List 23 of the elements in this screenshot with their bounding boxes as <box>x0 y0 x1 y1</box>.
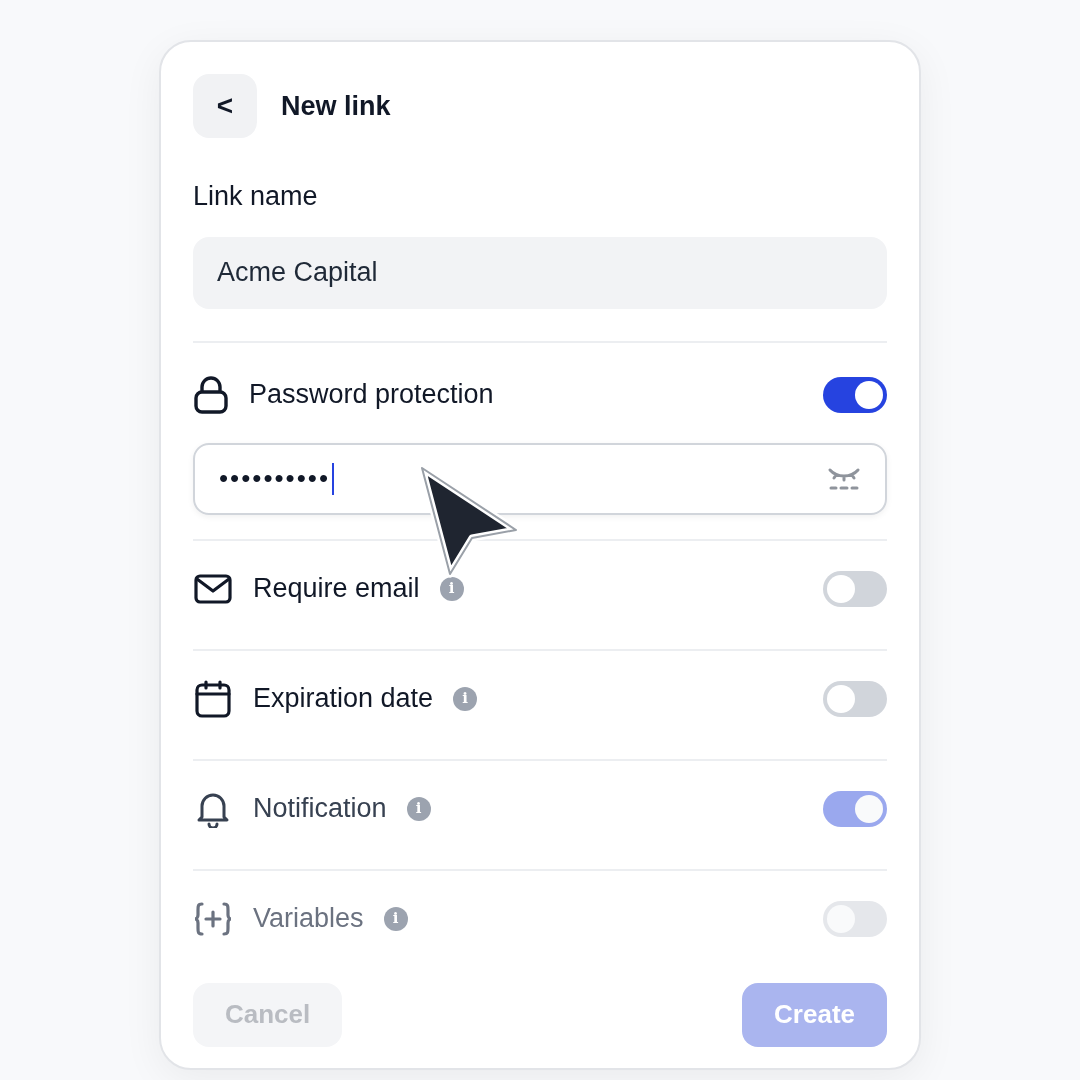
toggle-switch[interactable] <box>823 570 887 607</box>
option-label: Notification <box>253 792 387 826</box>
option-label: Password protection <box>249 378 494 412</box>
braces-plus-icon <box>193 900 233 937</box>
back-button[interactable]: < <box>193 74 257 138</box>
option-label: Variables <box>253 902 364 936</box>
toggle-switch[interactable] <box>823 376 887 413</box>
lock-icon <box>193 375 229 414</box>
password-field[interactable]: •••••••••• <box>193 442 887 515</box>
toggle-switch[interactable] <box>823 680 887 717</box>
text-caret <box>332 462 335 495</box>
password-value: •••••••••• <box>219 462 331 495</box>
option-label: Expiration date <box>253 682 434 716</box>
envelope-icon <box>194 573 232 604</box>
toggle-switch[interactable] <box>823 790 887 827</box>
field-label: Link name <box>193 180 319 213</box>
dialog-title: New link <box>281 89 391 123</box>
info-icon[interactable]: i <box>439 576 464 601</box>
option-label: Require email <box>253 572 420 606</box>
calendar-icon <box>195 679 231 718</box>
info-icon[interactable]: i <box>406 796 431 821</box>
link-name-field[interactable]: Acme Capital <box>193 236 887 309</box>
info-icon[interactable]: i <box>453 686 478 711</box>
